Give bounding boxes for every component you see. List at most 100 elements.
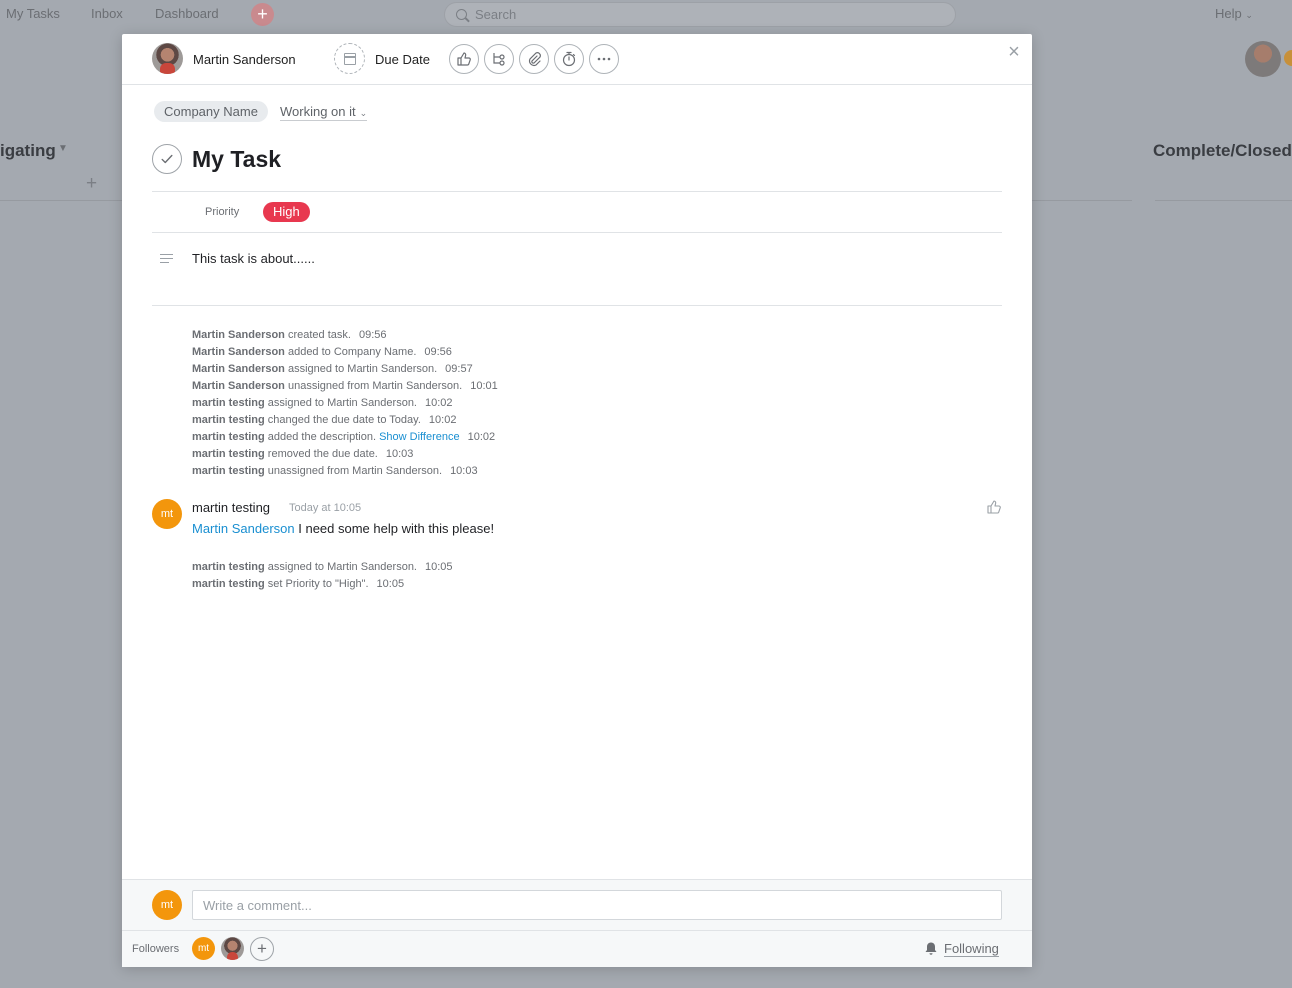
assignee-avatar[interactable] (152, 43, 183, 74)
show-difference-link[interactable]: Show Difference (379, 431, 460, 443)
board-column-title-right: Complete/Closed (1153, 141, 1292, 160)
story-action: assigned to Martin Sanderson. (264, 561, 417, 573)
comment-input[interactable] (192, 890, 1002, 920)
story-action: added to Company Name. (284, 346, 417, 358)
story-timestamp: 10:02 (425, 397, 453, 409)
account-badge (1284, 50, 1292, 66)
story-timestamp: 10:05 (425, 561, 453, 573)
project-pill[interactable]: Company Name (154, 101, 268, 122)
followers-bar: Followers mt + Following (122, 930, 1032, 967)
story-action: unassigned from Martin Sanderson. (264, 465, 443, 477)
like-button[interactable] (449, 44, 479, 74)
story-actor[interactable]: Martin Sanderson (192, 346, 285, 358)
story-actor[interactable]: martin testing (192, 448, 265, 460)
user-avatar[interactable] (1245, 41, 1281, 77)
following-toggle[interactable]: Following (944, 941, 999, 957)
assignee-name[interactable]: Martin Sanderson (193, 52, 296, 67)
story-actor[interactable]: martin testing (192, 431, 265, 443)
close-icon[interactable]: × (1004, 42, 1024, 62)
comment-composer: mt (122, 879, 1032, 930)
story-action: assigned to Martin Sanderson. (284, 363, 438, 375)
activity-story: martin testing unassigned from Martin Sa… (192, 464, 498, 481)
search-placeholder: Search (475, 7, 517, 22)
story-timestamp: 09:57 (445, 363, 473, 375)
mention-link[interactable]: Martin Sanderson (192, 521, 295, 536)
divider (152, 305, 1002, 306)
more-actions-button[interactable] (589, 44, 619, 74)
bell-icon (925, 942, 937, 955)
story-actor[interactable]: Martin Sanderson (192, 380, 285, 392)
activity-story: Martin Sanderson unassigned from Martin … (192, 379, 498, 396)
priority-value-pill[interactable]: High (263, 202, 310, 222)
divider (152, 232, 1002, 233)
story-actor[interactable]: martin testing (192, 578, 265, 590)
story-actor[interactable]: Martin Sanderson (192, 329, 285, 341)
story-timestamp: 10:02 (467, 431, 496, 443)
comment-author-name[interactable]: martin testing (192, 500, 270, 515)
background-topbar: My Tasks Inbox Dashboard + Search Help ⌄ (0, 0, 1292, 77)
story-actor[interactable]: Martin Sanderson (192, 363, 285, 375)
current-user-avatar: mt (152, 890, 182, 920)
divider (152, 191, 1002, 192)
mark-complete-button[interactable] (152, 144, 182, 174)
like-icon (457, 52, 471, 66)
activity-story: martin testing set Priority to "High". 10… (192, 577, 453, 594)
checkmark-icon (161, 154, 173, 164)
section-select[interactable]: Working on it ⌄ (280, 104, 368, 121)
story-actor[interactable]: martin testing (192, 465, 265, 477)
story-timestamp: 09:56 (358, 329, 387, 341)
due-date-label[interactable]: Due Date (375, 52, 430, 67)
timer-icon (562, 51, 576, 67)
timer-button[interactable] (554, 44, 584, 74)
nav-dashboard[interactable]: Dashboard (155, 6, 219, 21)
story-action: changed the due date to Today. (264, 414, 421, 426)
nav-my-tasks[interactable]: My Tasks (6, 6, 60, 21)
activity-story: Martin Sanderson added to Company Name. 0… (192, 345, 498, 362)
due-date-button[interactable] (334, 43, 365, 74)
task-detail-modal: Martin Sanderson Due Date × Company Name… (122, 34, 1032, 967)
followers-label: Followers (132, 943, 180, 955)
story-actor[interactable]: martin testing (192, 561, 265, 573)
story-timestamp: 10:02 (428, 414, 457, 426)
chevron-down-icon[interactable]: ▼ (58, 143, 68, 154)
story-action: set Priority to "High". (264, 578, 369, 590)
story-actor[interactable]: martin testing (192, 397, 265, 409)
task-title[interactable]: My Task (192, 146, 281, 173)
add-task-plus-icon[interactable]: + (86, 173, 97, 195)
calendar-icon (344, 53, 356, 65)
board-column-title-left: igating (0, 141, 56, 160)
activity-feed: Martin Sanderson created task. 09:56 Marti… (192, 328, 498, 481)
column-divider (1155, 200, 1292, 201)
comment-timestamp: Today at 10:05 (289, 502, 362, 514)
attach-button[interactable] (519, 44, 549, 74)
section-select-label: Working on it (280, 104, 356, 119)
column-divider (0, 200, 122, 201)
follower-avatar[interactable]: mt (192, 937, 215, 960)
activity-story: martin testing changed the due date to T… (192, 413, 498, 430)
task-header-toolbar: Martin Sanderson Due Date × (122, 34, 1032, 85)
comment-author-avatar[interactable]: mt (152, 499, 182, 529)
task-description[interactable]: This task is about...... (192, 251, 315, 266)
follower-avatar[interactable] (221, 937, 244, 960)
activity-story: martin testing removed the due date. 10:0… (192, 447, 498, 464)
quick-add-button[interactable]: + (251, 3, 274, 26)
search-icon (456, 9, 467, 20)
subtask-icon (493, 53, 505, 66)
story-timestamp: 10:05 (376, 578, 405, 590)
story-actor[interactable]: martin testing (192, 414, 265, 426)
help-menu[interactable]: Help ⌄ (1215, 6, 1253, 21)
nav-inbox[interactable]: Inbox (91, 6, 123, 21)
search-bar[interactable]: Search (444, 2, 956, 27)
subtask-button[interactable] (484, 44, 514, 74)
add-follower-button[interactable]: + (250, 937, 274, 961)
activity-story: martin testing assigned to Martin Sander… (192, 560, 453, 577)
story-action: removed the due date. (264, 448, 378, 460)
attach-icon (528, 52, 541, 67)
activity-story: martin testing assigned to Martin Sander… (192, 396, 498, 413)
story-timestamp: 10:01 (470, 380, 498, 392)
more-icon (597, 57, 611, 61)
column-divider (1032, 200, 1132, 201)
priority-field-label: Priority (205, 206, 240, 218)
activity-story: martin testing added the description. Sh… (192, 430, 498, 447)
comment-like-icon[interactable] (986, 499, 1002, 515)
